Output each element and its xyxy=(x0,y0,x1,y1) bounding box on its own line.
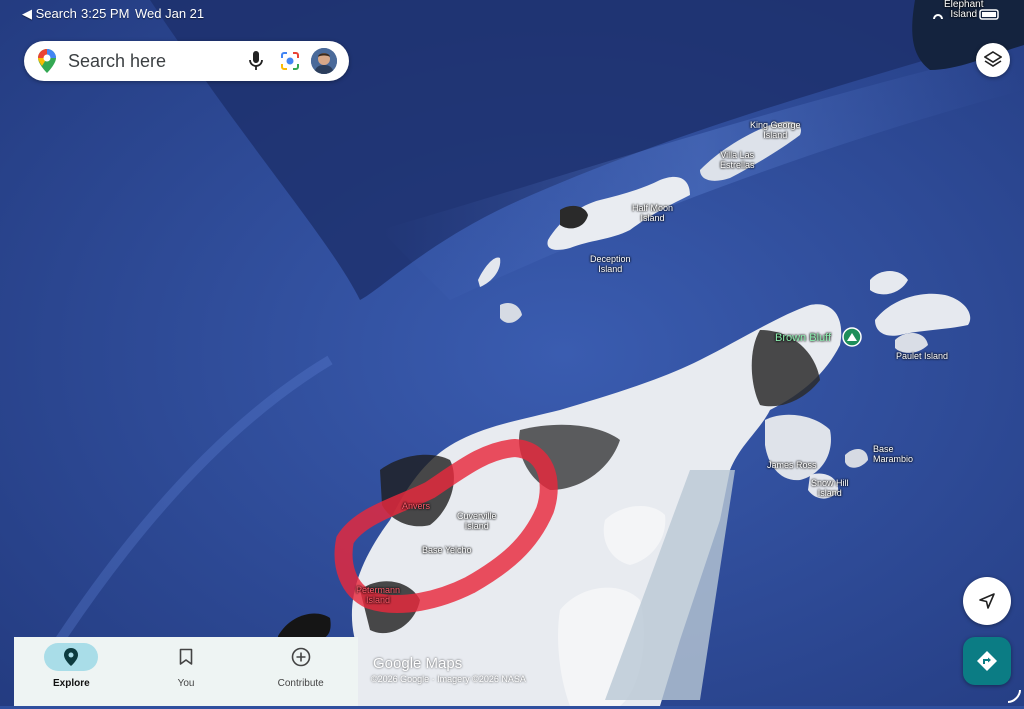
status-time: 3:25 PM xyxy=(81,6,130,21)
google-maps-watermark: Google Maps xyxy=(373,655,463,672)
nav-explore-label: Explore xyxy=(52,678,90,689)
label-cuverville-island[interactable]: Cuverville Island xyxy=(457,511,497,531)
nav-you-label: You xyxy=(177,678,195,689)
status-date: Wed Jan 21 xyxy=(135,6,205,21)
satellite-map[interactable] xyxy=(0,0,1024,706)
label-base-yelcho[interactable]: Base Yelcho xyxy=(422,545,472,555)
campground-icon[interactable] xyxy=(842,327,862,352)
layers-button[interactable] xyxy=(976,43,1010,77)
label-anvers[interactable]: Anvers xyxy=(402,501,430,511)
bottom-navigation: Explore You Contribute xyxy=(14,637,358,706)
navigation-arrow-icon xyxy=(979,593,995,609)
label-king-george-island[interactable]: King George Island xyxy=(750,120,801,140)
nav-you-pill xyxy=(159,643,213,671)
lens-camera-icon[interactable] xyxy=(273,44,307,78)
label-brown-bluff[interactable]: Brown Bluff xyxy=(775,332,831,344)
label-base-marambio[interactable]: Base Marambio xyxy=(873,444,913,464)
label-snow-hill-island[interactable]: Snow Hill Island xyxy=(811,478,849,498)
profile-avatar[interactable] xyxy=(307,44,341,78)
nav-you[interactable]: You xyxy=(129,637,244,706)
label-james-ross[interactable]: James Ross xyxy=(767,460,817,470)
nav-contribute[interactable]: Contribute xyxy=(243,637,358,706)
maps-logo-icon xyxy=(36,44,58,78)
nav-explore-pill xyxy=(44,643,99,671)
label-petermann-island[interactable]: Petermann Island xyxy=(356,585,400,605)
add-circle-icon xyxy=(291,647,310,667)
nav-contribute-pill xyxy=(274,643,328,671)
search-input[interactable]: Search here xyxy=(68,51,239,72)
pin-icon xyxy=(64,648,79,666)
label-paulet-island[interactable]: Paulet Island xyxy=(896,351,948,361)
imagery-copyright[interactable]: ©2026 Google · Imagery ©2026 NASA xyxy=(371,674,526,684)
avatar xyxy=(311,48,337,74)
my-location-button[interactable] xyxy=(963,577,1011,625)
nav-explore[interactable]: Explore xyxy=(14,637,129,706)
bookmark-icon xyxy=(179,648,193,665)
label-deception-island[interactable]: Deception Island xyxy=(590,254,631,274)
label-half-moon-island[interactable]: Half Moon Island xyxy=(632,203,673,223)
directions-button[interactable] xyxy=(963,637,1011,685)
label-elephant-island[interactable]: Elephant Island xyxy=(944,0,983,20)
back-to-search[interactable]: ◀ Search xyxy=(22,6,77,22)
directions-icon xyxy=(977,651,997,671)
resize-handle-icon[interactable] xyxy=(1006,688,1022,704)
layers-icon xyxy=(984,51,1002,67)
search-bar[interactable]: Search here xyxy=(24,41,349,81)
microphone-icon[interactable] xyxy=(239,44,273,78)
label-villa-las-estrellas[interactable]: Villa Las Estrellas xyxy=(720,150,755,170)
nav-contribute-label: Contribute xyxy=(277,678,324,689)
